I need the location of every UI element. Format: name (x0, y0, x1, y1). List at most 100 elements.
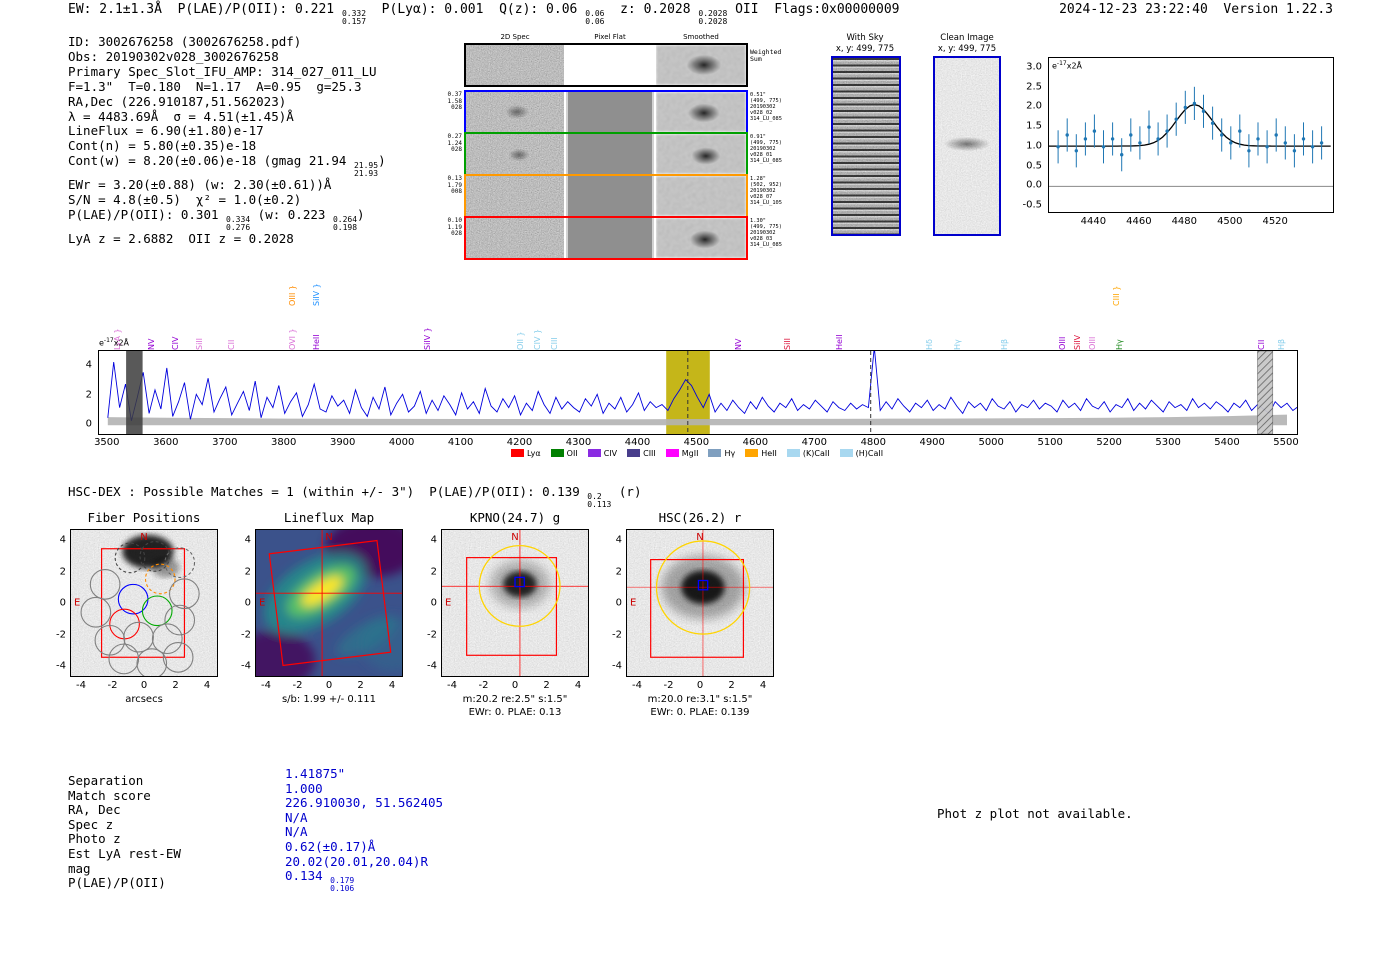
legend-item: (H)CaII (839, 449, 883, 458)
photz-note: Phot z plot not available. (937, 806, 1133, 821)
info-line: RA,Dec (226.910187,51.562023) (68, 93, 287, 109)
tick-label: 4 (615, 534, 622, 546)
spectrum-y-axis: 0 2 4 (78, 350, 94, 433)
emission-line-label: CIII } (1111, 285, 1121, 306)
cutout-xlabel: m:20.0 re:3.1" s:1.5" (647, 694, 753, 705)
fiber-id-label: 1.28" (502, 952) 20190302 v028_07 314_LU… (750, 176, 782, 206)
spec2d-col-header: Pixel Flat (594, 33, 626, 41)
emission-line-label: Hβ (1277, 338, 1287, 350)
fiber-id-label: 0.51" (499, 775) 20190302 v028_02 314_LU… (750, 92, 782, 122)
emission-line-label: OVI } (288, 328, 298, 350)
tick-label: -4 (447, 680, 457, 691)
emission-line-labels: OIII } SiIV } CIII } LyA } NV CIV SiII CII OVI }… (98, 258, 1296, 350)
cutout-xlabel: m:20.2 re:2.5" s:1.5" (462, 694, 568, 705)
emission-line-label: SiII (195, 337, 204, 350)
spec2d-col-header: 2D Spec (500, 33, 530, 41)
report-timestamp-version: 2024-12-23 23:22:40 Version 1.22.3 (1059, 2, 1333, 17)
tick-label: 4 (388, 680, 396, 691)
spec2d-fiber-row (464, 132, 748, 176)
tick-label: 2 (172, 680, 179, 691)
catalog-match-header: HSC-DEX : Possible Matches = 1 (within +… (68, 484, 642, 509)
tick-label: 0 (511, 680, 519, 691)
legend-item: Lyα (510, 449, 541, 458)
fiber-id-label: 1.30" (499, 775) 20190302 v028_03 314_LU… (750, 218, 782, 248)
tick-label: 4480 (1171, 216, 1198, 227)
tick-label: 0 (140, 680, 148, 691)
match-row-label: Est LyA rest-EW (68, 846, 181, 861)
cutout-xlabel: s/b: 1.99 +/- 0.111 (281, 694, 377, 705)
info-line: λ = 4483.69Å σ = 4.51(±1.45)Å (68, 108, 294, 124)
north-label: N (325, 532, 333, 543)
fiber-positions-cutout: N E (70, 529, 218, 677)
tick-label: 4 (574, 680, 582, 691)
cutout-x-axis: -4 -2 0 2 4 (441, 680, 589, 692)
legend-item: OII (550, 449, 578, 458)
emission-line-label: Hγ (952, 339, 962, 350)
with-sky-title: With Sky (846, 33, 884, 43)
tick-label: -4 (612, 660, 622, 672)
info-line: ID: 3002676258 (3002676258.pdf) (68, 34, 302, 49)
summary-header: EW: 2.1±1.3Å P(LAE)/P(OII): 0.221 0.332 0… (68, 2, 900, 26)
match-row-value: 0.134 0.179 0.106 (285, 868, 355, 894)
tick-label: 2.0 (1026, 100, 1042, 112)
legend-item: HeII (745, 449, 777, 458)
emission-line-label: CIII (549, 337, 559, 350)
fiber-weight-label: 0.27 1.24 028 (447, 133, 462, 154)
emission-line-label: CII (226, 339, 236, 350)
cutout-y-axis: 4 2 0 -2 -4 (237, 529, 253, 677)
tick-label: 0 (85, 418, 92, 430)
info-line: EWr = 3.20(±0.88) (w: 2.30(±0.61))Å (68, 177, 332, 193)
north-label: N (696, 532, 704, 543)
emission-line-label: OIII } (288, 284, 298, 306)
tick-label: 4 (430, 534, 437, 546)
tick-label: 4500 (1217, 216, 1243, 227)
spec2d-fiber-row (464, 174, 748, 218)
spec2d-fiber-row (464, 216, 748, 260)
cutout-title: Lineflux Map (283, 510, 375, 525)
legend-item: MgII (665, 449, 698, 458)
tick-label: 1.5 (1026, 120, 1042, 132)
east-label: E (74, 597, 81, 609)
east-label: E (259, 597, 266, 609)
emission-line-label: SiII (783, 337, 793, 350)
tick-label: 4 (759, 680, 767, 691)
legend-item: CIII (627, 449, 656, 458)
cutout-y-axis: 4 2 0 -2 -4 (608, 529, 624, 677)
spec2d-col-header: Smoothed (683, 33, 719, 41)
tick-label: 0.0 (1026, 179, 1042, 191)
info-line: LyA z = 2.6882 OII z = 0.2028 (68, 231, 294, 247)
emission-line-label: NV (146, 338, 156, 350)
tick-label: -2 (107, 680, 118, 691)
info-line: LineFlux = 6.90(±1.80)e-17 (68, 123, 264, 139)
tick-label: 2 (430, 566, 437, 577)
tick-label: 2 (59, 566, 66, 577)
tick-label: 0 (325, 680, 333, 691)
kpno-g-cutout: N E (441, 529, 589, 677)
emission-line-label: OIII (1087, 336, 1097, 350)
north-label: N (511, 532, 519, 543)
cutout-y-axis: 4 2 0 -2 -4 (52, 529, 68, 677)
info-line: Primary Spec_Slot_IFU_AMP: 314_027_011_L… (68, 63, 377, 79)
clean-image-coords: x, y: 499, 775 (937, 44, 997, 54)
tick-label: 2 (244, 566, 251, 577)
legend-item: Hγ (708, 449, 735, 458)
tick-label: -2 (612, 629, 622, 640)
clean-image (933, 56, 1001, 236)
fiber-weight-label: 0.13 1.79 008 (447, 175, 462, 196)
tick-label: 2 (543, 680, 550, 691)
legend-swatch (550, 449, 564, 457)
cutout-y-axis: 4 2 0 -2 -4 (423, 529, 439, 677)
cutout-title: HSC(26.2) r (658, 510, 742, 525)
cutout-xlabel2: EWr: 0. PLAE: 0.13 (468, 707, 562, 718)
hsc-r-cutout: N E (626, 529, 774, 677)
tick-label: 4460 (1126, 216, 1152, 227)
with-sky-coords: x, y: 499, 775 (835, 44, 895, 54)
lineflux-map-cutout: N E (255, 529, 403, 677)
tick-label: 2 (615, 566, 622, 577)
detection-info-block: ID: 3002676258 (3002676258.pdf) Obs: 2019… (68, 34, 386, 247)
legend-swatch (587, 449, 601, 457)
emission-line-label: CII (1256, 339, 1266, 350)
tick-label: 4 (85, 359, 92, 371)
legend-swatch (839, 449, 853, 457)
emission-line-label: SiIV } (423, 327, 433, 350)
